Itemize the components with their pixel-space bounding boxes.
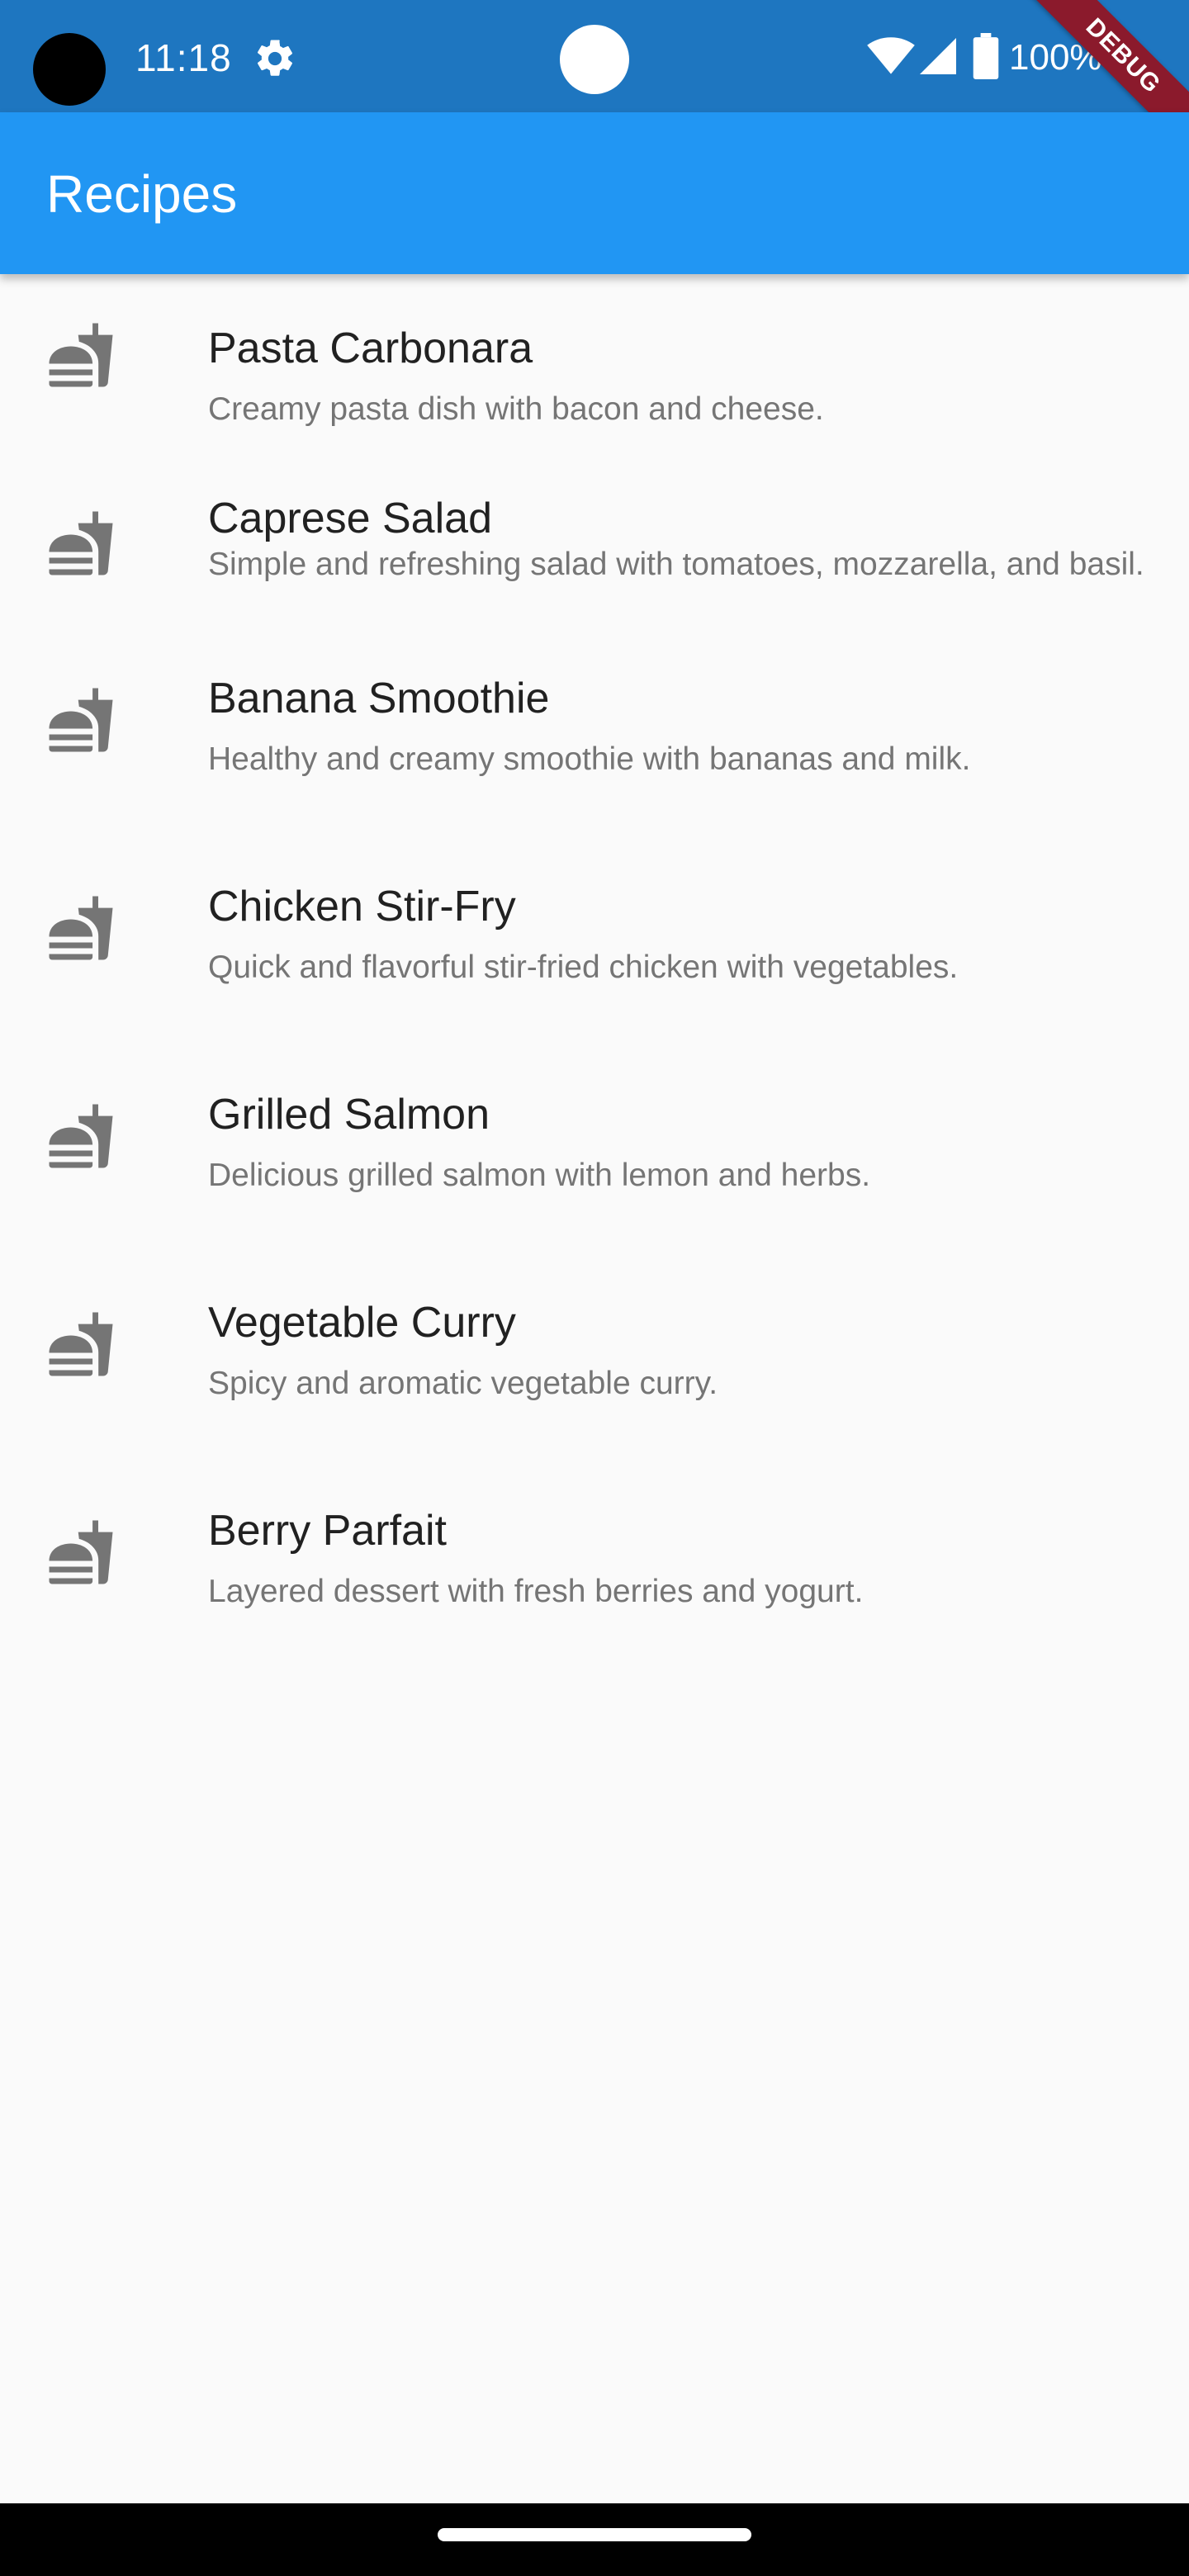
recipe-title: Vegetable Curry (208, 1299, 516, 1347)
recipe-description: Spicy and aromatic vegetable curry. (208, 1366, 718, 1401)
fastfood-icon (49, 688, 113, 752)
recipe-description: Creamy pasta dish with bacon and cheese. (208, 391, 824, 427)
recipe-description: Delicious grilled salmon with lemon and … (208, 1158, 871, 1193)
recipe-description: Layered dessert with fresh berries and y… (208, 1574, 864, 1609)
notification-dot (560, 25, 629, 94)
camera-cutout (33, 33, 106, 106)
list-item[interactable]: Banana Smoothie Healthy and creamy smoot… (0, 644, 1189, 852)
fastfood-icon (49, 1104, 113, 1168)
fastfood-icon (49, 323, 113, 387)
signal-icon (920, 38, 956, 74)
recipe-description: Quick and flavorful stir-fried chicken w… (208, 949, 959, 985)
list-item[interactable]: Grilled Salmon Delicious grilled salmon … (0, 1060, 1189, 1268)
list-item[interactable]: Pasta Carbonara Creamy pasta dish with b… (0, 274, 1189, 452)
fastfood-icon (49, 896, 113, 960)
status-bar: 11:18 100% (0, 0, 1189, 112)
recipe-title: Pasta Carbonara (208, 324, 533, 372)
list-item[interactable]: Chicken Stir-Fry Quick and flavorful sti… (0, 852, 1189, 1060)
recipe-title: Berry Parfait (208, 1507, 447, 1555)
fastfood-icon (49, 1312, 113, 1376)
recipe-title: Caprese Salad (208, 495, 492, 542)
status-time: 11:18 (135, 36, 232, 79)
gear-icon (257, 40, 293, 76)
recipe-title: Grilled Salmon (208, 1091, 490, 1139)
wifi-icon (867, 37, 915, 74)
app-bar: Recipes (0, 112, 1189, 274)
home-gesture-handle[interactable] (438, 2528, 751, 2541)
page-title: Recipes (46, 164, 238, 224)
battery-icon (973, 33, 999, 79)
list-item[interactable]: Vegetable Curry Spicy and aromatic veget… (0, 1268, 1189, 1476)
navigation-bar (0, 2503, 1189, 2576)
list-item[interactable]: Caprese Salad Simple and refreshing sala… (0, 452, 1189, 644)
list-item[interactable]: Berry Parfait Layered dessert with fresh… (0, 1476, 1189, 1684)
recipe-title: Banana Smoothie (208, 675, 550, 722)
recipe-title: Chicken Stir-Fry (208, 883, 516, 930)
fastfood-icon (49, 511, 113, 575)
recipe-description: Simple and refreshing salad with tomatoe… (208, 547, 1144, 582)
recipe-description: Healthy and creamy smoothie with bananas… (208, 741, 971, 777)
fastfood-icon (49, 1520, 113, 1584)
